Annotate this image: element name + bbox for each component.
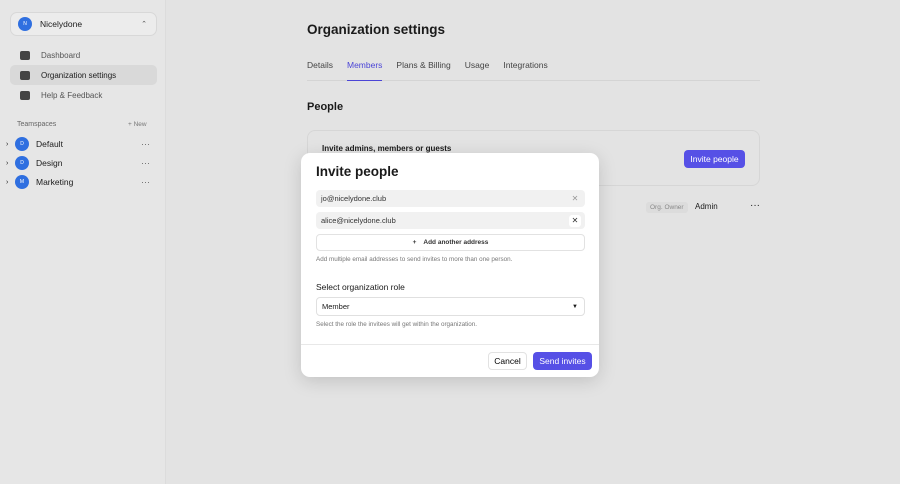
chat-icon (20, 90, 30, 100)
cancel-button[interactable]: Cancel (488, 352, 527, 370)
building-icon (20, 70, 30, 80)
tab-details[interactable]: Details (307, 58, 333, 81)
chevron-down-icon: ▼ (572, 303, 578, 310)
teamspace-design[interactable]: › D Design ··· (6, 155, 152, 171)
more-icon[interactable]: ··· (141, 139, 150, 149)
org-name: Nicelydone (40, 19, 83, 29)
tab-members[interactable]: Members (346, 58, 383, 81)
send-invites-button[interactable]: Send invites (533, 352, 592, 370)
chevron-right-icon[interactable]: › (6, 160, 15, 167)
org-avatar: N (18, 17, 32, 31)
role-hint: Select the role the invitees will get wi… (316, 321, 478, 328)
dashboard-icon (20, 50, 30, 60)
org-switcher[interactable]: N Nicelydone ⌃ (10, 12, 157, 36)
chevron-updown-icon: ⌃ (141, 21, 147, 28)
teamspace-name: Design (36, 158, 63, 168)
sidebar: N Nicelydone ⌃ Dashboard Organization se… (0, 0, 166, 484)
nav-label: Dashboard (41, 50, 81, 60)
teamspace-default[interactable]: › D Default ··· (6, 136, 152, 152)
close-icon[interactable]: ✕ (569, 193, 581, 205)
chevron-right-icon[interactable]: › (6, 141, 15, 148)
more-icon[interactable]: ··· (141, 177, 150, 187)
add-address-button[interactable]: + Add another address (316, 234, 585, 251)
divider (301, 344, 599, 345)
page-title: Organization settings (307, 22, 446, 37)
email-value: jo@nicelydone.club (321, 194, 387, 203)
member-role[interactable]: Admin (695, 202, 718, 211)
org-owner-badge: Org. Owner (646, 202, 688, 213)
invite-card-title: Invite admins, members or guests (322, 144, 452, 153)
tab-integrations[interactable]: Integrations (503, 58, 547, 81)
nav-label: Organization settings (41, 70, 117, 80)
chevron-right-icon[interactable]: › (6, 179, 15, 186)
add-label: Add another address (423, 239, 489, 246)
close-icon[interactable]: ✕ (569, 214, 581, 227)
teamspace-marketing[interactable]: › M Marketing ··· (6, 174, 152, 190)
teamspace-name: Default (36, 139, 63, 149)
new-teamspace-button[interactable]: + New (128, 121, 147, 128)
role-label: Select organization role (316, 282, 405, 292)
tabs: Details Members Plans & Billing Usage In… (307, 58, 760, 81)
invite-people-button[interactable]: Invite people (684, 150, 745, 168)
nav-dashboard[interactable]: Dashboard (10, 45, 157, 65)
tab-usage[interactable]: Usage (465, 58, 490, 81)
plus-icon: + (412, 239, 417, 246)
more-icon[interactable]: ··· (750, 200, 760, 211)
avatar: D (15, 137, 29, 151)
nav-organization-settings[interactable]: Organization settings (10, 65, 157, 85)
dialog-title: Invite people (316, 164, 399, 179)
invite-people-dialog: Invite people jo@nicelydone.club ✕ alice@… (301, 153, 599, 377)
avatar: M (15, 175, 29, 189)
tab-plans-billing[interactable]: Plans & Billing (396, 58, 450, 81)
email-hint: Add multiple email addresses to send inv… (316, 256, 513, 263)
more-icon[interactable]: ··· (141, 158, 150, 168)
email-field[interactable]: jo@nicelydone.club ✕ (316, 190, 585, 207)
role-value: Member (322, 302, 350, 311)
section-title: People (307, 101, 344, 113)
role-select[interactable]: Member ▼ (316, 297, 585, 316)
email-value: alice@nicelydone.club (321, 216, 396, 225)
avatar: D (15, 156, 29, 170)
nav-help-feedback[interactable]: Help & Feedback (10, 85, 157, 105)
teamspaces-heading: Teamspaces (17, 121, 57, 128)
teamspace-name: Marketing (36, 177, 74, 187)
email-field[interactable]: alice@nicelydone.club ✕ (316, 212, 585, 229)
nav-label: Help & Feedback (41, 90, 103, 100)
